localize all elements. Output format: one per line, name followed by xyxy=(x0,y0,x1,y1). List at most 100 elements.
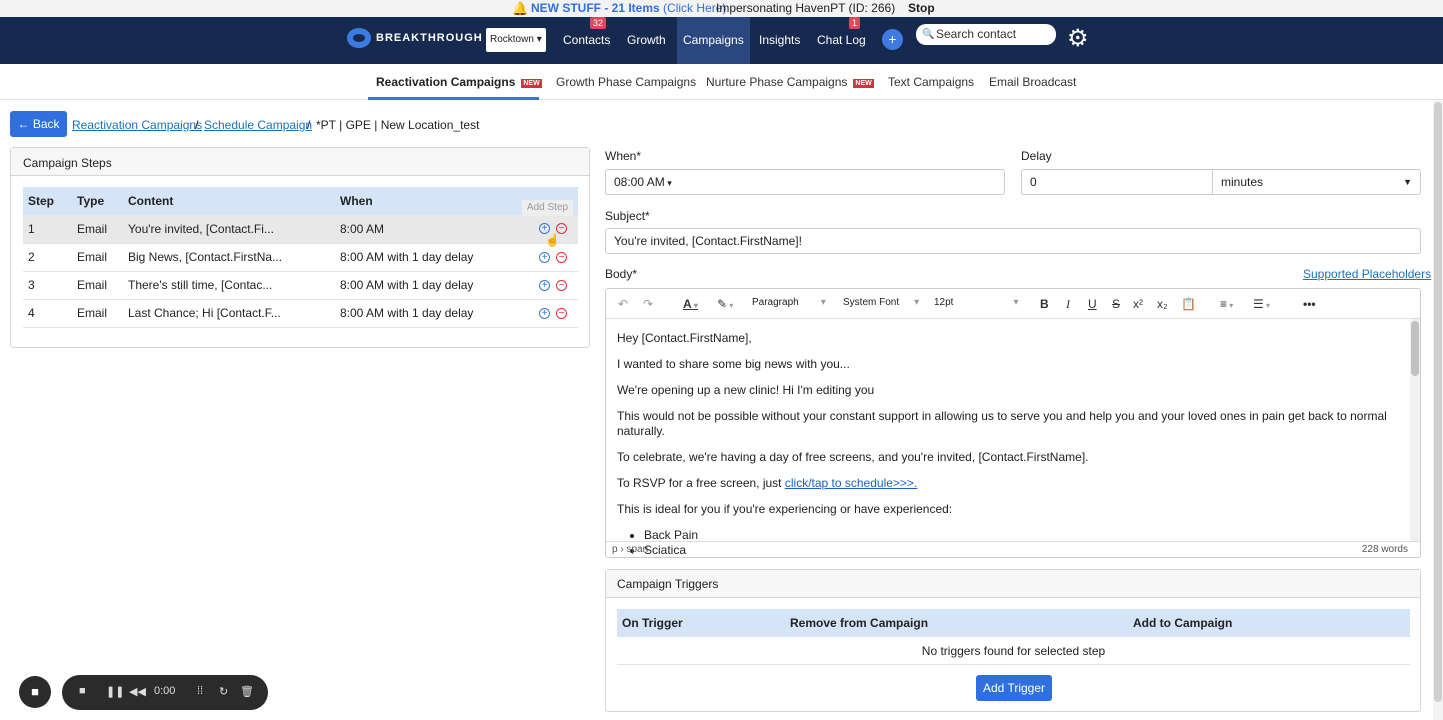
nav-growth[interactable]: Growth xyxy=(627,33,666,47)
undo-icon[interactable]: ↶ xyxy=(618,297,628,311)
font-select[interactable]: System Font ▾ xyxy=(843,297,919,308)
impersonation-text: Impersonating HavenPT (ID: 266) xyxy=(716,1,896,15)
breadcrumb-reactivation[interactable]: Reactivation Campaigns xyxy=(72,118,202,132)
table-row[interactable]: 4 Email Last Chance; Hi [Contact.F... 8:00 … xyxy=(23,299,578,328)
gear-icon[interactable]: ⚙ xyxy=(1067,27,1089,51)
location-select[interactable]: Rocktown ▾ xyxy=(486,28,546,52)
chevron-down-icon: ▾ xyxy=(536,34,542,45)
stop-record-icon[interactable]: ■ xyxy=(79,685,86,697)
search-input[interactable]: 🔍 Search contact xyxy=(916,24,1056,45)
timer: 0:00 xyxy=(154,685,176,697)
bell-icon: 🔔 xyxy=(512,1,529,16)
paste-icon[interactable]: 📋 xyxy=(1181,297,1196,311)
tab-reactivation-campaigns[interactable]: Reactivation Campaigns NEW xyxy=(376,75,542,89)
superscript-icon[interactable]: x² xyxy=(1133,297,1143,311)
empty-message: No triggers found for selected step xyxy=(617,637,1410,665)
when-time-input[interactable]: 08:00 AM ▾ xyxy=(605,169,1005,195)
breadcrumb-schedule[interactable]: Schedule Campaign xyxy=(204,118,312,132)
trash-icon[interactable]: 🗑 xyxy=(240,685,254,698)
stop-impersonation-link[interactable]: Stop xyxy=(908,0,935,17)
nav-insights[interactable]: Insights xyxy=(759,33,800,47)
nav-chat-log[interactable]: Chat Log xyxy=(817,33,866,47)
subject-input[interactable]: You're invited, [Contact.FirstName]! xyxy=(605,228,1421,254)
active-tab-indicator xyxy=(368,97,539,100)
line-height-icon[interactable]: ☰ ▾ xyxy=(1253,297,1270,311)
table-row[interactable]: 1 Email You're invited, [Contact.Fi... 8:00… xyxy=(23,215,578,244)
breadcrumb-current: *PT | GPE | New Location_test xyxy=(316,118,480,132)
highlight-color-icon[interactable]: ✎ ▾ xyxy=(717,297,733,311)
remove-step-icon[interactable]: − xyxy=(556,251,567,263)
add-step-tooltip: Add Step xyxy=(522,200,573,216)
logo-icon xyxy=(347,28,371,48)
restart-icon[interactable]: ↻ xyxy=(219,685,228,698)
campaign-triggers-panel: Campaign Triggers On Trigger Remove from… xyxy=(605,569,1421,712)
grid-icon[interactable]: ⁞⁞ xyxy=(197,685,203,697)
delay-label: Delay xyxy=(1021,149,1052,163)
back-button[interactable]: ← Back xyxy=(10,111,67,137)
align-icon[interactable]: ≡ ▾ xyxy=(1220,297,1233,311)
triggers-table-header: On Trigger Remove from Campaign Add to C… xyxy=(617,609,1410,637)
underline-icon[interactable]: U xyxy=(1088,297,1097,311)
remove-step-icon[interactable]: − xyxy=(556,307,567,319)
tab-email-broadcast[interactable]: Email Broadcast xyxy=(989,75,1076,89)
campaign-steps-panel: Campaign Steps Step Type Content When 1E… xyxy=(10,147,590,348)
sub-navigation: Reactivation Campaigns NEW Growth Phase C… xyxy=(0,64,1443,100)
panel-title: Campaign Steps xyxy=(11,148,589,176)
add-step-icon[interactable]: + xyxy=(539,251,550,263)
text-color-icon[interactable]: A ▾ xyxy=(683,297,698,311)
steps-table: Step Type Content When 1 Email You're invi… xyxy=(23,187,578,328)
breadcrumb-separator: / xyxy=(195,118,199,132)
page-scrollbar[interactable] xyxy=(1433,100,1443,720)
col-content: Content xyxy=(123,187,335,215)
editor-toolbar: ↶ ↷ A ▾ ✎ ▾ Paragraph ▾ System Font ▾ 12pt… xyxy=(606,289,1420,319)
new-stuff-link[interactable]: NEW STUFF - 21 Items (Click Here) xyxy=(531,0,726,17)
tab-growth-phase-campaigns[interactable]: Growth Phase Campaigns xyxy=(556,75,696,89)
strikethrough-icon[interactable]: S xyxy=(1112,297,1120,311)
panel-title: Campaign Triggers xyxy=(606,570,1420,598)
table-row[interactable]: 3 Email There's still time, [Contac... 8:00… xyxy=(23,271,578,300)
paragraph-select[interactable]: Paragraph ▾ xyxy=(752,297,826,308)
col-when: When xyxy=(335,187,535,215)
tab-text-campaigns[interactable]: Text Campaigns xyxy=(888,75,974,89)
contacts-badge: 32 xyxy=(590,17,607,29)
nav-contacts[interactable]: Contacts xyxy=(563,33,610,47)
camera-icon[interactable]: ■ xyxy=(19,676,51,708)
subject-label: Subject* xyxy=(605,209,650,223)
editor-statusbar: p › span 228 words xyxy=(606,541,1420,557)
breadcrumb-separator: / xyxy=(307,118,311,132)
col-step: Step xyxy=(23,187,72,215)
pointer-cursor-icon: ☝ xyxy=(545,233,560,247)
pause-icon[interactable]: ❚❚ xyxy=(106,685,124,698)
col-type: Type xyxy=(72,187,123,215)
chat-log-badge: 1 xyxy=(849,17,861,29)
recorder-bar: ■ ❚❚ ◀◀ 0:00 ⁞⁞ ↻ 🗑 xyxy=(62,675,268,710)
rewind-icon[interactable]: ◀◀ xyxy=(129,685,146,698)
editor-scrollbar[interactable] xyxy=(1410,319,1420,541)
table-row[interactable]: 2 Email Big News, [Contact.FirstNa... 8:00 … xyxy=(23,243,578,272)
body-label: Body* xyxy=(605,267,638,281)
delay-unit-select[interactable]: minutes ▼ xyxy=(1212,169,1421,195)
announcement-bar: 🔔 NEW STUFF - 21 Items (Click Here) Impe… xyxy=(0,0,1443,17)
font-size-select[interactable]: 12pt ▾ xyxy=(934,297,1019,308)
redo-icon[interactable]: ↷ xyxy=(643,297,653,311)
add-trigger-button[interactable]: Add Trigger xyxy=(976,675,1052,701)
body-editor[interactable]: ↶ ↷ A ▾ ✎ ▾ Paragraph ▾ System Font ▾ 12pt… xyxy=(605,288,1421,558)
search-icon: 🔍 xyxy=(922,29,935,40)
editor-content[interactable]: Hey [Contact.FirstName], I wanted to sha… xyxy=(617,331,1407,558)
nav-campaigns[interactable]: Campaigns xyxy=(677,17,750,64)
remove-step-icon[interactable]: − xyxy=(556,279,567,291)
bold-icon[interactable]: B xyxy=(1040,297,1049,311)
logo[interactable]: BREAKTHROUGH xyxy=(347,28,483,48)
italic-icon[interactable]: I xyxy=(1066,297,1070,312)
add-step-icon[interactable]: + xyxy=(539,279,550,291)
subscript-icon[interactable]: x₂ xyxy=(1157,297,1168,311)
add-step-icon[interactable]: + xyxy=(539,307,550,319)
tab-nurture-phase-campaigns[interactable]: Nurture Phase Campaigns NEW xyxy=(706,75,874,89)
rsvp-link[interactable]: click/tap to schedule>>>. xyxy=(785,476,917,490)
supported-placeholders-link[interactable]: Supported Placeholders xyxy=(1303,267,1431,281)
more-icon[interactable]: ••• xyxy=(1303,297,1316,311)
chevron-down-icon: ▼ xyxy=(1403,177,1412,187)
delay-input[interactable]: 0 xyxy=(1021,169,1213,195)
add-button[interactable]: + xyxy=(882,29,903,50)
when-label: When* xyxy=(605,149,642,163)
